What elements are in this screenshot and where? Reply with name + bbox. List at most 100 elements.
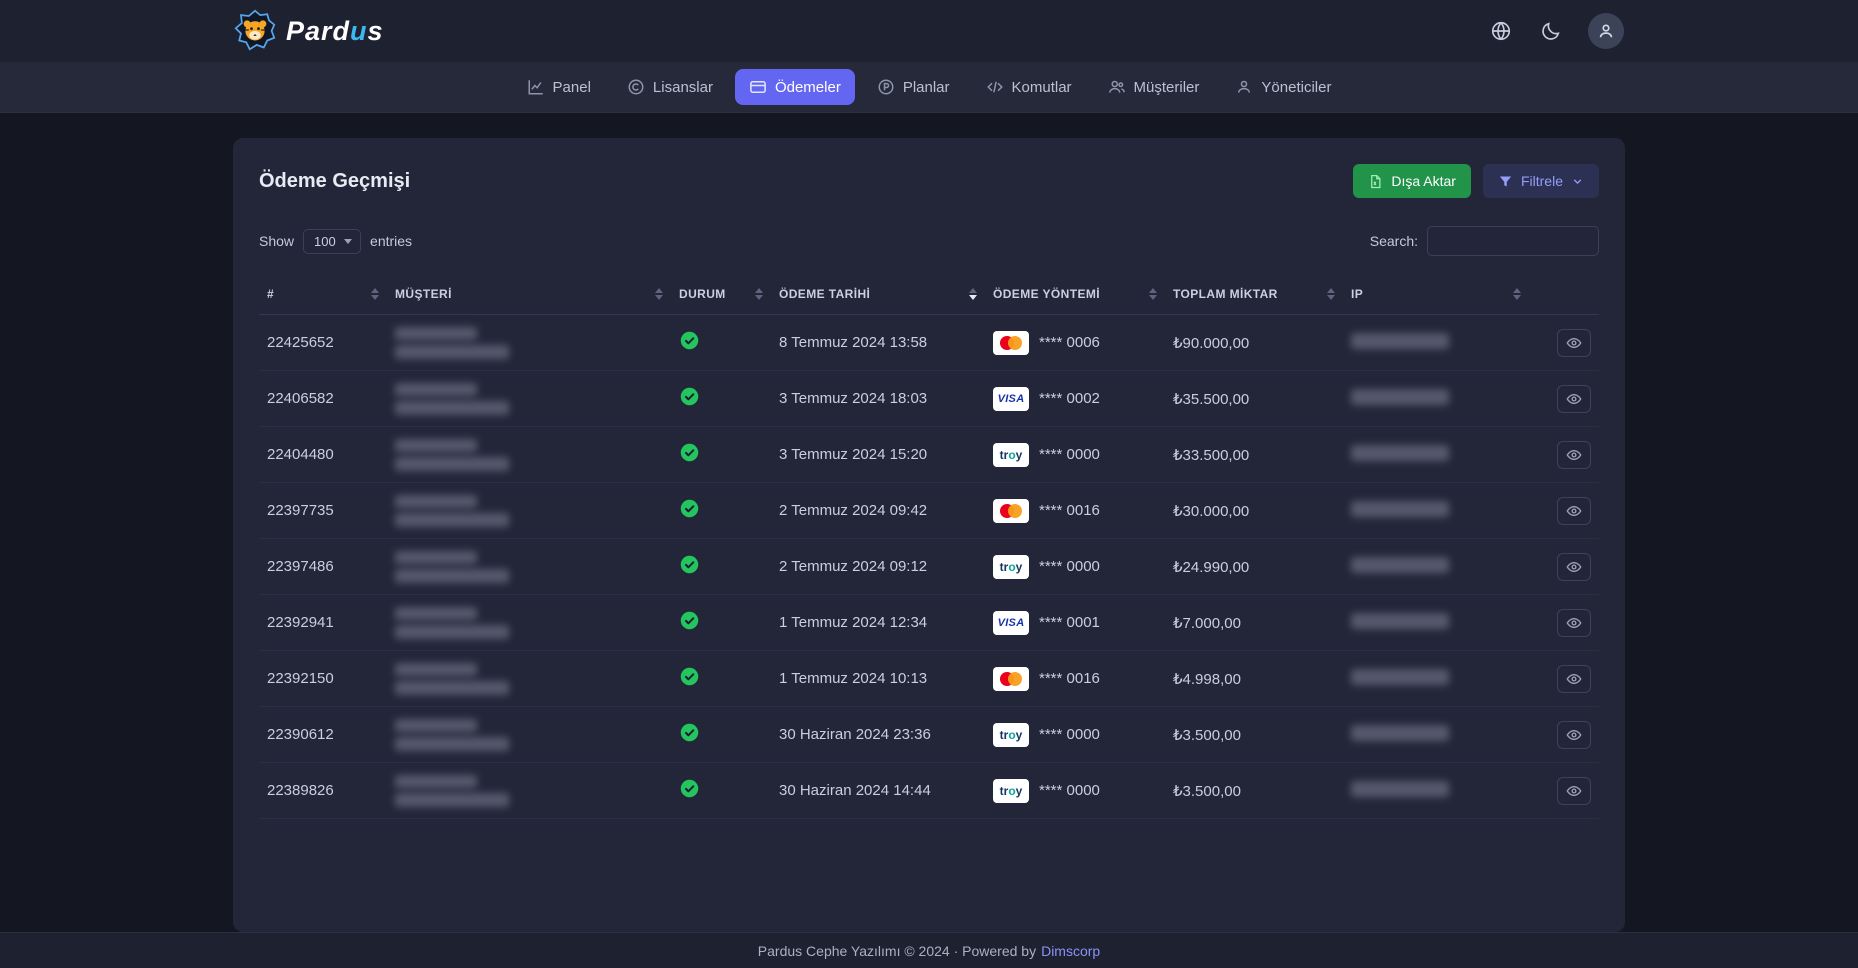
entries-label: entries <box>370 233 412 249</box>
view-details-button[interactable] <box>1557 777 1591 805</box>
redacted-text-bar <box>395 457 509 471</box>
column-label: IP <box>1351 287 1363 301</box>
table-body: 224256528 Temmuz 2024 13:58**** 0006₺90.… <box>259 315 1599 819</box>
page-size-select[interactable]: 100 <box>303 229 361 254</box>
sort-asc-icon <box>1513 288 1521 293</box>
customer-redacted <box>395 327 663 359</box>
sort-asc-icon <box>1149 288 1157 293</box>
view-details-button[interactable] <box>1557 553 1591 581</box>
nav-item-odemeler[interactable]: Ödemeler <box>735 69 855 105</box>
column-label: TOPLAM MİKTAR <box>1173 287 1278 301</box>
nav-item-musteriler[interactable]: Müşteriler <box>1094 69 1214 105</box>
globe-icon[interactable] <box>1488 18 1514 44</box>
filter-button-label: Filtrele <box>1521 173 1563 189</box>
visa-icon: VISA <box>993 387 1029 411</box>
payment-date: 30 Haziran 2024 14:44 <box>771 763 985 819</box>
payment-amount: ₺33.500,00 <box>1165 427 1343 483</box>
ip-redacted <box>1351 613 1449 629</box>
column-header-toplam-miktar[interactable]: TOPLAM MİKTAR <box>1165 274 1343 315</box>
nav-item-lisanslar[interactable]: Lisanslar <box>613 69 727 105</box>
nav-item-yoneticiler[interactable]: Yöneticiler <box>1221 69 1345 105</box>
column-label: DURUM <box>679 287 726 301</box>
chart-icon <box>527 78 545 96</box>
copyright-icon <box>627 78 645 96</box>
payment-date: 3 Temmuz 2024 18:03 <box>771 371 985 427</box>
view-details-button[interactable] <box>1557 721 1591 749</box>
payment-date: 8 Temmuz 2024 13:58 <box>771 315 985 371</box>
view-details-button[interactable] <box>1557 329 1591 357</box>
sort-icons <box>1513 288 1521 300</box>
code-icon <box>986 78 1004 96</box>
column-header-odeme-tarihi[interactable]: ÖDEME TARİHİ <box>771 274 985 315</box>
card-mask: **** 0002 <box>1039 390 1100 407</box>
payment-date: 1 Temmuz 2024 12:34 <box>771 595 985 651</box>
view-details-button[interactable] <box>1557 385 1591 413</box>
payment-amount: ₺4.998,00 <box>1165 651 1343 707</box>
export-button[interactable]: Dışa Aktar <box>1353 164 1471 198</box>
card-mask: **** 0000 <box>1039 782 1100 799</box>
redacted-text-bar <box>395 439 477 452</box>
column-header-id[interactable]: # <box>259 274 387 315</box>
customer-redacted <box>395 383 663 415</box>
sort-desc-icon <box>1149 295 1157 300</box>
nav-item-planlar[interactable]: Planlar <box>863 69 964 105</box>
redacted-text-bar <box>395 569 509 583</box>
user-avatar-icon[interactable] <box>1588 13 1624 49</box>
view-details-button[interactable] <box>1557 665 1591 693</box>
redacted-text-bar <box>395 737 509 751</box>
sort-asc-icon <box>371 288 379 293</box>
mastercard-icon <box>993 667 1029 691</box>
brand-logo[interactable]: Pardus <box>234 9 384 54</box>
table-row: 224044803 Temmuz 2024 15:20troy**** 0000… <box>259 427 1599 483</box>
column-header-durum[interactable]: DURUM <box>671 274 771 315</box>
status-success-icon <box>679 330 700 351</box>
payment-id: 22389826 <box>259 763 387 819</box>
ip-redacted <box>1351 501 1449 517</box>
view-details-button[interactable] <box>1557 609 1591 637</box>
chevron-down-icon <box>1571 175 1584 188</box>
ip-redacted <box>1351 669 1449 685</box>
user-icon <box>1235 78 1253 96</box>
column-header-musteri[interactable]: MÜŞTERİ <box>387 274 671 315</box>
payment-amount: ₺3.500,00 <box>1165 707 1343 763</box>
view-details-button[interactable] <box>1557 441 1591 469</box>
view-details-button[interactable] <box>1557 497 1591 525</box>
export-button-label: Dışa Aktar <box>1391 173 1456 189</box>
ip-redacted <box>1351 333 1449 349</box>
payment-date: 2 Temmuz 2024 09:12 <box>771 539 985 595</box>
column-header-ip[interactable]: IP <box>1343 274 1529 315</box>
card-mask: **** 0001 <box>1039 614 1100 631</box>
table-head: #MÜŞTERİ DURUM ÖDEME TARİHİ ÖDEME YÖNTEMİ TO… <box>259 274 1599 315</box>
payments-card: Ödeme Geçmişi Dışa Aktar Filtrele <box>233 138 1625 932</box>
payment-amount: ₺3.500,00 <box>1165 763 1343 819</box>
payment-id: 22392941 <box>259 595 387 651</box>
payment-amount: ₺30.000,00 <box>1165 483 1343 539</box>
card-mask: **** 0000 <box>1039 726 1100 743</box>
sort-icons <box>371 288 379 300</box>
sort-icons <box>1149 288 1157 300</box>
payment-amount: ₺35.500,00 <box>1165 371 1343 427</box>
nav-item-label: Komutlar <box>1012 79 1072 96</box>
sort-desc-icon <box>655 295 663 300</box>
search-control: Search: <box>1370 226 1599 256</box>
redacted-text-bar <box>395 401 509 415</box>
page: Pardus PanelLisanslarÖdemelerPlanlar Komu… <box>0 0 1858 968</box>
filter-button[interactable]: Filtrele <box>1483 164 1599 198</box>
payment-id: 22397486 <box>259 539 387 595</box>
column-header-odeme-yontemi[interactable]: ÖDEME YÖNTEMİ <box>985 274 1165 315</box>
moon-icon[interactable] <box>1538 18 1564 44</box>
p-circle-icon <box>877 78 895 96</box>
nav-item-panel[interactable]: Panel <box>513 69 605 105</box>
sort-icons <box>1327 288 1335 300</box>
footer-link-dimscorp[interactable]: Dimscorp <box>1041 943 1100 959</box>
redacted-text-bar <box>395 327 477 340</box>
column-label: ÖDEME TARİHİ <box>779 287 870 301</box>
footer: Pardus Cephe Yazılımı © 2024 · Powered b… <box>0 932 1858 968</box>
main-content: Ödeme Geçmişi Dışa Aktar Filtrele <box>0 112 1858 932</box>
payments-table: #MÜŞTERİ DURUM ÖDEME TARİHİ ÖDEME YÖNTEMİ TO… <box>259 274 1599 819</box>
nav-item-komutlar[interactable]: Komutlar <box>972 69 1086 105</box>
search-input[interactable] <box>1427 226 1599 256</box>
table-row: 223974862 Temmuz 2024 09:12troy**** 0000… <box>259 539 1599 595</box>
card-mask: **** 0000 <box>1039 558 1100 575</box>
status-success-icon <box>679 610 700 631</box>
